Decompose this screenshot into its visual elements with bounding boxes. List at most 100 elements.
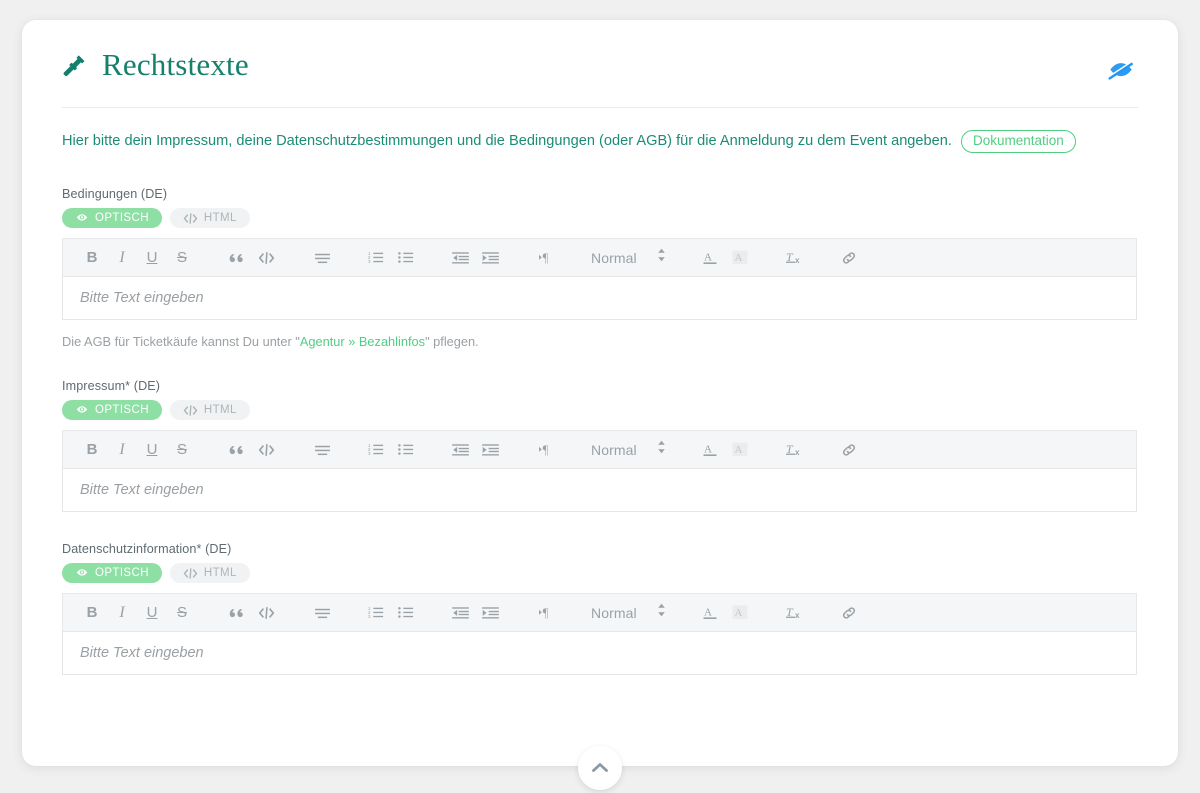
text-direction-icon: ¶ <box>538 443 554 456</box>
mode-tabs: OPTISCH HTML <box>62 563 1138 584</box>
strikethrough-button[interactable]: S <box>167 435 197 465</box>
ordered-list-icon: 1 2 3 <box>368 606 384 619</box>
inline-code-button[interactable] <box>251 598 281 628</box>
field-hint-link[interactable]: Agentur » Bezahlinfos <box>300 334 425 349</box>
text-color-button[interactable]: A <box>696 243 726 273</box>
underline-icon: U <box>146 441 158 459</box>
ordered-list-button[interactable]: 1 2 3 <box>361 598 391 628</box>
code-icon <box>183 212 198 224</box>
bullet-list-button[interactable] <box>391 435 421 465</box>
bold-button[interactable]: B <box>77 435 107 465</box>
editor-content-area[interactable]: Bitte Text eingeben <box>62 631 1137 676</box>
svg-text:A: A <box>735 444 743 456</box>
clear-format-icon: T x <box>785 250 804 265</box>
italic-button[interactable]: I <box>107 243 137 273</box>
outdent-button[interactable] <box>445 598 475 628</box>
text-direction-button[interactable]: ¶ <box>531 243 561 273</box>
link-button[interactable] <box>834 598 864 628</box>
text-direction-icon: ¶ <box>538 606 554 619</box>
align-left-icon <box>314 251 331 264</box>
blockquote-button[interactable] <box>221 598 251 628</box>
bullet-list-button[interactable] <box>391 598 421 628</box>
background-color-button[interactable]: A <box>726 243 756 273</box>
editor-toolbar: B I U S 1 2 3 ¶ Normal A A T x <box>62 238 1137 277</box>
outdent-icon <box>451 606 469 619</box>
strikethrough-icon: S <box>176 249 187 267</box>
ordered-list-button[interactable]: 1 2 3 <box>361 243 391 273</box>
page-background: Rechtstexte Hier bitte dein Impressum, d… <box>0 0 1200 793</box>
indent-icon <box>481 606 499 619</box>
eye-icon <box>75 403 89 417</box>
title-group: Rechtstexte <box>62 47 249 82</box>
outdent-button[interactable] <box>445 243 475 273</box>
background-color-icon: A <box>732 250 749 265</box>
ordered-list-button[interactable]: 1 2 3 <box>361 435 391 465</box>
header-divider <box>62 107 1138 108</box>
svg-text:¶: ¶ <box>543 443 549 456</box>
mode-pill-optisch[interactable]: OPTISCH <box>62 208 162 229</box>
inline-code-button[interactable] <box>251 243 281 273</box>
link-button[interactable] <box>834 243 864 273</box>
align-button[interactable] <box>307 598 337 628</box>
bold-button[interactable]: B <box>77 598 107 628</box>
background-color-button[interactable]: A <box>726 598 756 628</box>
mode-pill-optisch[interactable]: OPTISCH <box>62 563 162 584</box>
align-button[interactable] <box>307 243 337 273</box>
dokumentation-badge[interactable]: Dokumentation <box>960 130 1076 154</box>
italic-icon: I <box>119 603 125 621</box>
chevron-updown-icon <box>657 603 666 622</box>
link-button[interactable] <box>834 435 864 465</box>
underline-button[interactable]: U <box>137 243 167 273</box>
code-icon <box>258 606 275 619</box>
editor-content-area[interactable]: Bitte Text eingeben <box>62 276 1137 321</box>
page-title: Rechtstexte <box>102 47 249 82</box>
italic-icon: I <box>119 248 125 266</box>
inline-code-button[interactable] <box>251 435 281 465</box>
text-direction-button[interactable]: ¶ <box>531 598 561 628</box>
bullet-list-button[interactable] <box>391 243 421 273</box>
align-button[interactable] <box>307 435 337 465</box>
blockquote-button[interactable] <box>221 243 251 273</box>
clear-format-button[interactable]: T x <box>780 243 810 273</box>
outdent-button[interactable] <box>445 435 475 465</box>
strikethrough-button[interactable]: S <box>167 598 197 628</box>
text-color-button[interactable]: A <box>696 435 726 465</box>
mode-pill-html[interactable]: HTML <box>169 563 250 584</box>
mode-pill-optisch[interactable]: OPTISCH <box>62 400 162 421</box>
editor-content-area[interactable]: Bitte Text eingeben <box>62 468 1137 513</box>
background-color-icon: A <box>732 605 749 620</box>
text-color-button[interactable]: A <box>696 598 726 628</box>
text-direction-button[interactable]: ¶ <box>531 435 561 465</box>
format-select[interactable]: Normal <box>587 440 670 459</box>
clear-format-button[interactable]: T x <box>780 598 810 628</box>
italic-button[interactable]: I <box>107 435 137 465</box>
ordered-list-icon: 1 2 3 <box>368 251 384 264</box>
clear-format-button[interactable]: T x <box>780 435 810 465</box>
underline-icon: U <box>146 604 158 622</box>
bold-button[interactable]: B <box>77 243 107 273</box>
mode-pill-html[interactable]: HTML <box>169 400 250 421</box>
svg-text:¶: ¶ <box>543 606 549 619</box>
mode-pill-html[interactable]: HTML <box>169 208 250 229</box>
gavel-icon <box>62 53 89 80</box>
eye-slash-icon[interactable] <box>1106 54 1136 84</box>
scroll-to-top-button[interactable] <box>578 746 622 790</box>
bold-icon: B <box>86 441 98 459</box>
indent-button[interactable] <box>475 435 505 465</box>
svg-text:x: x <box>795 448 800 457</box>
format-select[interactable]: Normal <box>587 603 670 622</box>
background-color-button[interactable]: A <box>726 435 756 465</box>
strikethrough-button[interactable]: S <box>167 243 197 273</box>
indent-button[interactable] <box>475 243 505 273</box>
mode-pill-optisch-label: OPTISCH <box>95 567 149 580</box>
blockquote-button[interactable] <box>221 435 251 465</box>
editor-placeholder: Bitte Text eingeben <box>80 290 204 307</box>
indent-button[interactable] <box>475 598 505 628</box>
field-block-impressum: Impressum* (DE) OPTISCH HTML B I U S 1 2… <box>62 379 1138 513</box>
format-select[interactable]: Normal <box>587 248 670 267</box>
underline-button[interactable]: U <box>137 598 167 628</box>
underline-button[interactable]: U <box>137 435 167 465</box>
text-color-icon: A <box>702 605 719 620</box>
italic-button[interactable]: I <box>107 598 137 628</box>
mode-pill-optisch-label: OPTISCH <box>95 404 149 417</box>
